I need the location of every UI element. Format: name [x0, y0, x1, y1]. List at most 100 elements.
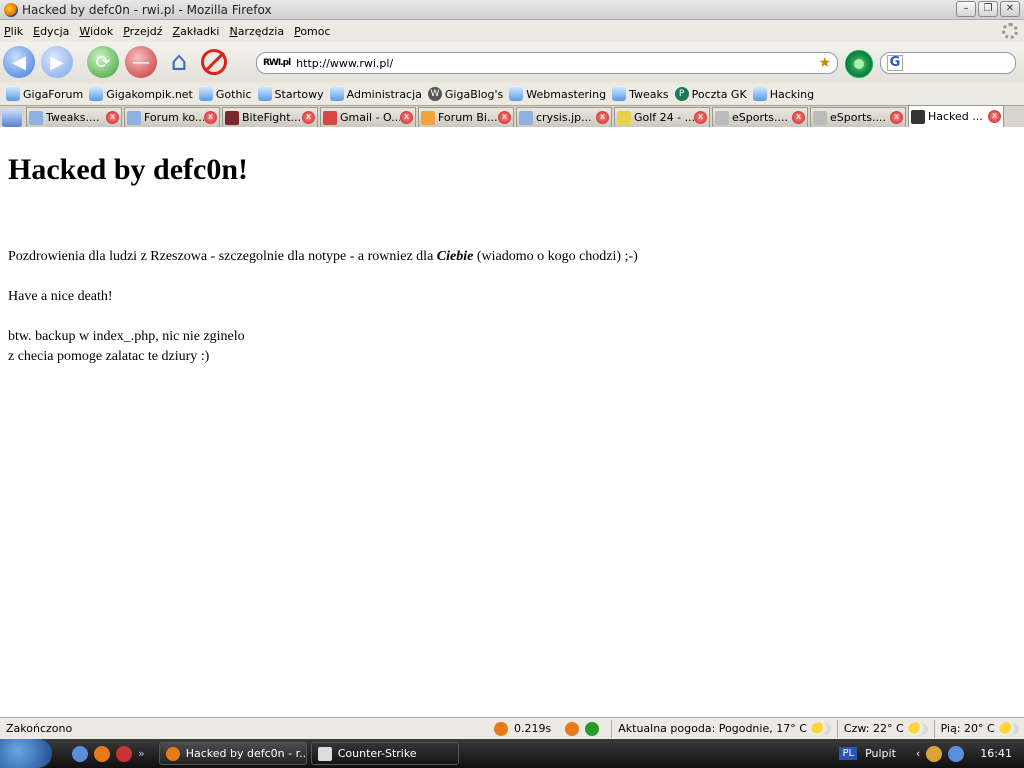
tab-close-icon[interactable]: x: [302, 111, 315, 124]
bookmark-icon: [89, 87, 104, 101]
quicklaunch-more-icon[interactable]: »: [138, 747, 145, 760]
title-bar: Hacked by defc0n - rwi.pl - Mozilla Fire…: [0, 0, 1024, 20]
site-favicon-icon: RWI.pl: [263, 58, 291, 68]
counter-strike-icon: [317, 746, 332, 761]
weather-sun-icon: [810, 721, 831, 736]
wordpress-icon: W: [427, 87, 442, 101]
bookmark-poczta-gk[interactable]: P Poczta GK: [674, 87, 747, 101]
weather-thursday[interactable]: Czw: 22° C: [844, 722, 904, 735]
mail-icon: P: [674, 87, 689, 101]
tab-favicon-icon: [225, 110, 239, 125]
search-bar[interactable]: G: [880, 52, 1016, 74]
weather-sun-icon: [998, 721, 1019, 736]
menu-zakladki[interactable]: Zakładki: [173, 25, 220, 38]
tab-close-icon[interactable]: x: [106, 111, 119, 124]
quicklaunch-firefox-icon[interactable]: [94, 745, 110, 762]
forward-button[interactable]: ▶: [41, 46, 73, 78]
tab-crysis[interactable]: crysis.jp... x: [516, 107, 612, 127]
tab-favicon-icon: [813, 110, 827, 125]
bookmark-tweaks[interactable]: Tweaks: [612, 87, 669, 101]
tab-close-icon[interactable]: x: [596, 111, 609, 124]
close-button[interactable]: ✕: [1000, 1, 1020, 17]
url-text[interactable]: http://www.rwi.pl/: [296, 57, 818, 70]
tray-volume-icon[interactable]: [948, 745, 965, 762]
tab-tweaks[interactable]: Tweaks.... x: [26, 107, 122, 127]
bookmark-icon: [612, 87, 627, 101]
google-icon[interactable]: G: [887, 55, 903, 71]
tab-close-icon[interactable]: x: [204, 111, 217, 124]
bookmark-startowy[interactable]: Startowy: [257, 87, 324, 101]
tab-close-icon[interactable]: x: [400, 111, 413, 124]
tab-bar: Tweaks.... x Forum ko... x BiteFight... x G…: [0, 105, 1024, 127]
menu-bar: Plik Edycja Widok Przejdź Zakładki Narzę…: [0, 20, 1024, 42]
backup-text: btw. backup w index_.php, nic nie zginel…: [8, 329, 245, 344]
tray-network-icon[interactable]: [926, 745, 943, 762]
tab-close-icon[interactable]: x: [890, 111, 903, 124]
desktop-toolbar[interactable]: Pulpit: [865, 747, 896, 760]
url-bar[interactable]: RWI.pl http://www.rwi.pl/ ★: [256, 52, 838, 74]
tab-esports-1[interactable]: eSports.... x: [712, 107, 808, 127]
popup-block-icon[interactable]: [201, 49, 227, 75]
tab-close-icon[interactable]: x: [498, 111, 511, 124]
rss-icon[interactable]: ★: [818, 55, 831, 71]
tab-esports-2[interactable]: eSports.... x: [810, 107, 906, 127]
bookmark-hacking[interactable]: Hacking: [752, 87, 814, 101]
bookmark-gothic[interactable]: Gothic: [198, 87, 252, 101]
tab-favicon-icon: [421, 110, 435, 125]
back-button[interactable]: ◀: [3, 46, 35, 78]
browser-window: Hacked by defc0n - rwi.pl - Mozilla Fire…: [0, 0, 1024, 768]
tab-golf24[interactable]: Golf 24 - ... x: [614, 107, 710, 127]
help-text: z checia pomoge zalatac te dziury :): [8, 349, 210, 364]
menu-edycja[interactable]: Edycja: [33, 25, 69, 38]
tab-favicon-icon: [29, 110, 43, 125]
home-button[interactable]: ⌂: [163, 46, 195, 78]
tab-close-icon[interactable]: x: [988, 110, 1001, 123]
bookmark-gigakompik[interactable]: Gigakompik.net: [89, 87, 193, 101]
tab-forum-bi[interactable]: Forum Bi... x: [418, 107, 514, 127]
bookmark-gigaforum[interactable]: GigaForum: [6, 87, 83, 101]
reload-button[interactable]: ⟳: [87, 46, 119, 78]
stop-button[interactable]: —: [125, 46, 157, 78]
page-content: Hacked by defc0n! Pozdrowienia dla ludzi…: [0, 127, 1024, 717]
tab-list-icon[interactable]: [2, 109, 22, 127]
tab-forum-ko[interactable]: Forum ko... x: [124, 107, 220, 127]
taskbar-counter-strike[interactable]: Counter-Strike: [310, 742, 459, 765]
taskbar-firefox[interactable]: Hacked by defc0n - r...: [158, 742, 307, 765]
tab-favicon-icon: [127, 110, 141, 125]
status-text: Zakończono: [6, 722, 73, 735]
go-button[interactable]: [845, 50, 873, 78]
tab-hacked-active[interactable]: Hacked ... x: [908, 105, 1004, 127]
menu-pomoc[interactable]: Pomoc: [294, 25, 330, 38]
weather-now[interactable]: Aktualna pogoda: Pogodnie, 17° C: [618, 722, 807, 735]
tab-bitefight[interactable]: BiteFight... x: [222, 107, 318, 127]
menu-narzedzia[interactable]: Narzędzia: [229, 25, 284, 38]
maximize-button[interactable]: ❐: [978, 1, 998, 17]
start-button[interactable]: [0, 739, 52, 768]
page-heading: Hacked by defc0n!: [8, 153, 248, 186]
green-status-icon: [585, 721, 600, 736]
menu-przejdz[interactable]: Przejdź: [123, 25, 162, 38]
load-time: 0.219s: [514, 722, 552, 735]
quicklaunch-media-icon[interactable]: [116, 745, 132, 762]
minimize-button[interactable]: –: [956, 1, 976, 17]
language-indicator[interactable]: PL: [839, 747, 858, 760]
bookmark-gigablogs[interactable]: W GigaBlog's: [427, 87, 503, 101]
menu-widok[interactable]: Widok: [79, 25, 113, 38]
tab-favicon-icon: [617, 110, 631, 125]
bookmark-icon: [509, 87, 524, 101]
throbber-icon: [1002, 23, 1018, 39]
weather-friday[interactable]: Pią: 20° C: [941, 722, 995, 735]
bookmark-webmastering[interactable]: Webmastering: [509, 87, 606, 101]
bookmark-icon: [257, 87, 272, 101]
tab-close-icon[interactable]: x: [694, 111, 707, 124]
bookmark-icon: [6, 87, 20, 101]
bookmark-icon: [752, 87, 767, 101]
menu-plik[interactable]: Plik: [4, 25, 23, 38]
tab-close-icon[interactable]: x: [792, 111, 805, 124]
quicklaunch-explorer-icon[interactable]: [72, 745, 88, 762]
tab-gmail[interactable]: Gmail - O... x: [320, 107, 416, 127]
weather-sun-icon: [907, 721, 928, 736]
bookmark-administracja[interactable]: Administracja: [329, 87, 422, 101]
status-bar: Zakończono 0.219s Aktualna pogoda: Pogod…: [0, 717, 1024, 739]
tray-expand-icon[interactable]: ‹: [916, 747, 920, 760]
